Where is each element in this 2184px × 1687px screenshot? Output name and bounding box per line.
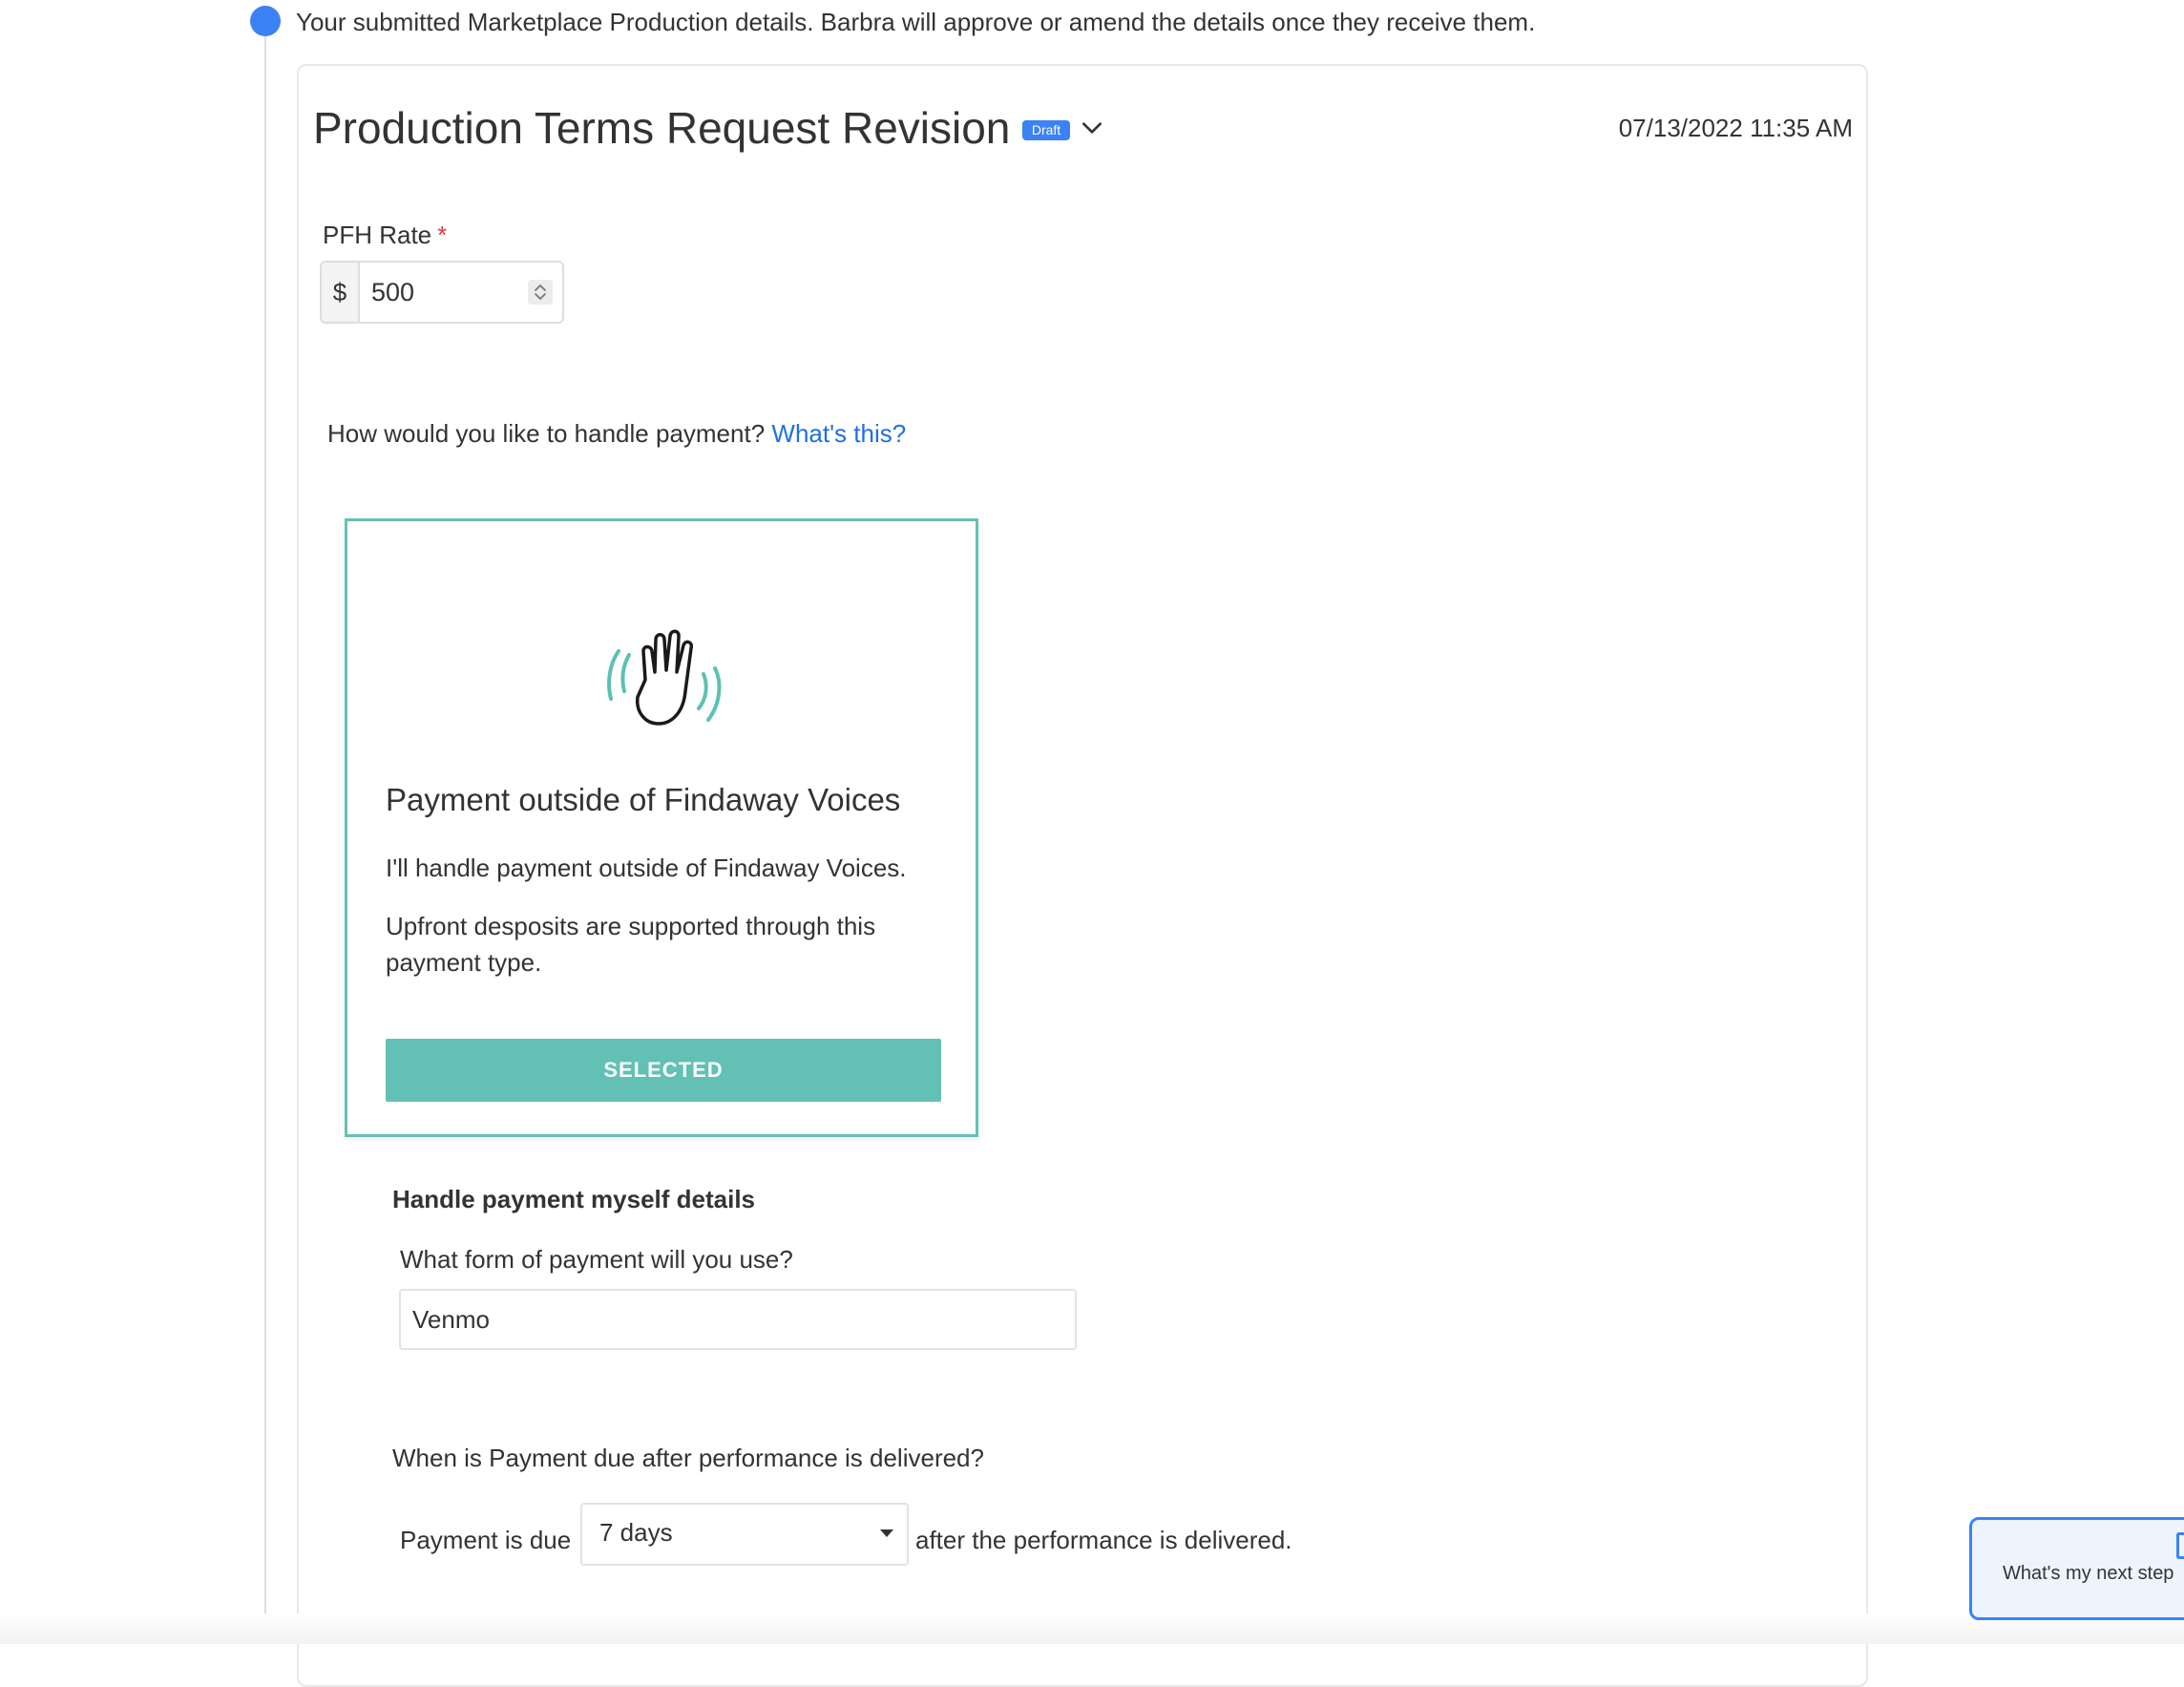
submission-notice: Your submitted Marketplace Production de…: [296, 8, 1536, 36]
payment-due-selected-value: 7 days: [599, 1518, 673, 1547]
payment-question-text: How would you like to handle payment?: [327, 419, 766, 448]
timeline-line: [264, 21, 266, 1644]
timestamp: 07/13/2022 11:35 AM: [1618, 114, 1853, 142]
payment-form-input[interactable]: [399, 1289, 1077, 1350]
waving-hand-icon: [607, 629, 722, 726]
payment-due-suffix: after the performance is delivered.: [915, 1526, 1292, 1554]
payment-due-prefix: Payment is due: [400, 1526, 572, 1554]
payment-option-card[interactable]: Payment outside of Findaway Voices I'll …: [345, 518, 978, 1137]
payment-due-select[interactable]: 7 days: [580, 1503, 909, 1566]
next-step-label: What's my next step: [2003, 1563, 2174, 1584]
option-description-2: Upfront desposits are supported through …: [386, 912, 876, 977]
pfh-rate-label: PFH Rate *: [323, 219, 447, 251]
draft-badge: Draft: [1022, 120, 1070, 140]
card-title: Production Terms Request Revision: [313, 103, 1011, 153]
payment-form-question: What form of payment will you use?: [400, 1245, 793, 1274]
selected-button[interactable]: SELECTED: [386, 1039, 941, 1102]
option-description-1: I'll handle payment outside of Findaway …: [386, 854, 907, 882]
pfh-rate-input[interactable]: $ 500: [320, 261, 564, 324]
option-title: Payment outside of Findaway Voices: [386, 782, 901, 817]
payment-due-question: When is Payment due after performance is…: [392, 1444, 984, 1472]
payment-details-heading: Handle payment myself details: [392, 1185, 756, 1213]
next-step-widget[interactable]: What's my next step: [1969, 1517, 2184, 1620]
caret-down-icon: [880, 1529, 893, 1537]
chevron-down-icon[interactable]: [1080, 116, 1104, 140]
required-mark: *: [437, 221, 448, 249]
stepper-arrows-icon[interactable]: [528, 280, 553, 305]
payment-question: How would you like to handle payment? Wh…: [327, 416, 906, 451]
bottom-fade: [0, 1613, 2184, 1644]
timeline-dot: [250, 6, 281, 36]
pfh-rate-label-text: PFH Rate: [323, 221, 432, 249]
widget-icon: [2176, 1532, 2184, 1559]
whats-this-link[interactable]: What's this?: [771, 419, 906, 448]
production-terms-card: Production Terms Request Revision Draft …: [297, 64, 1868, 1687]
currency-prefix: $: [322, 263, 360, 322]
